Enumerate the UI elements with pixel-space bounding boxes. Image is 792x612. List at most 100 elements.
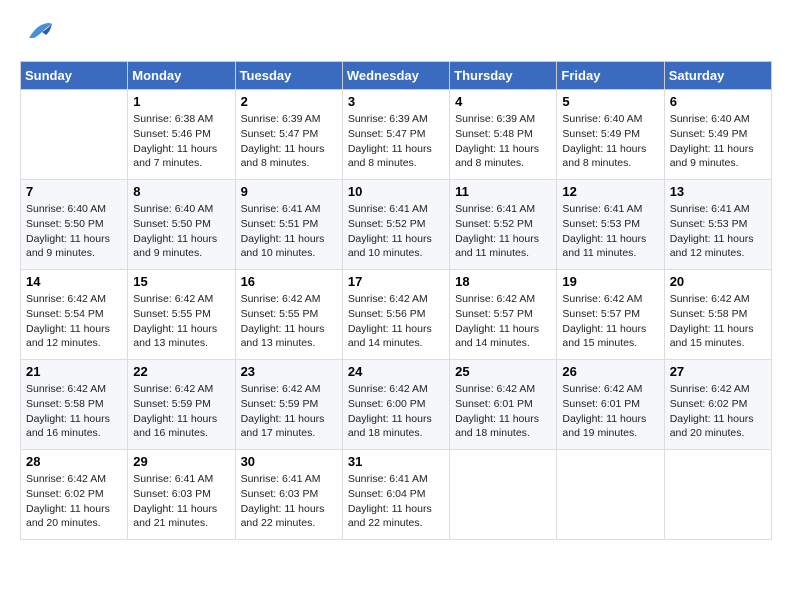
day-content: Sunrise: 6:42 AM Sunset: 5:57 PM Dayligh… bbox=[455, 292, 551, 351]
day-content: Sunrise: 6:39 AM Sunset: 5:47 PM Dayligh… bbox=[241, 112, 337, 171]
day-number: 4 bbox=[455, 94, 551, 109]
calendar-header-row: SundayMondayTuesdayWednesdayThursdayFrid… bbox=[21, 62, 772, 90]
day-number: 7 bbox=[26, 184, 122, 199]
calendar-cell: 8Sunrise: 6:40 AM Sunset: 5:50 PM Daylig… bbox=[128, 180, 235, 270]
calendar-cell: 18 Sunrise: 6:42 AM Sunset: 5:57 PM Dayli… bbox=[450, 270, 557, 360]
calendar-cell: 19 Sunrise: 6:42 AM Sunset: 5:57 PM Dayli… bbox=[557, 270, 664, 360]
calendar-cell: 5 Sunrise: 6:40 AM Sunset: 5:49 PM Daylig… bbox=[557, 90, 664, 180]
calendar-week-row: 7 Sunrise: 6:40 AM Sunset: 5:50 PM Daylig… bbox=[21, 180, 772, 270]
day-number: 13 bbox=[670, 184, 766, 199]
calendar-cell: 30Sunrise: 6:41 AM Sunset: 6:03 PM Dayli… bbox=[235, 450, 342, 540]
day-content: Sunrise: 6:42 AM Sunset: 5:58 PM Dayligh… bbox=[26, 382, 122, 441]
calendar-cell: 3 Sunrise: 6:39 AM Sunset: 5:47 PM Daylig… bbox=[342, 90, 449, 180]
day-number: 25 bbox=[455, 364, 551, 379]
day-number: 8 bbox=[133, 184, 229, 199]
day-content: Sunrise: 6:42 AM Sunset: 6:00 PM Dayligh… bbox=[348, 382, 444, 441]
calendar-header-saturday: Saturday bbox=[664, 62, 771, 90]
day-number: 12 bbox=[562, 184, 658, 199]
day-content: Sunrise: 6:42 AM Sunset: 5:54 PM Dayligh… bbox=[26, 292, 122, 351]
calendar-table: SundayMondayTuesdayWednesdayThursdayFrid… bbox=[20, 61, 772, 540]
day-number: 23 bbox=[241, 364, 337, 379]
day-content: Sunrise: 6:39 AM Sunset: 5:47 PM Dayligh… bbox=[348, 112, 444, 171]
day-number: 6 bbox=[670, 94, 766, 109]
calendar-cell: 27 Sunrise: 6:42 AM Sunset: 6:02 PM Dayli… bbox=[664, 360, 771, 450]
calendar-cell: 13 Sunrise: 6:41 AM Sunset: 5:53 PM Dayli… bbox=[664, 180, 771, 270]
day-content: Sunrise: 6:40 AM Sunset: 5:50 PM Dayligh… bbox=[26, 202, 122, 261]
calendar-week-row: 1Sunrise: 6:38 AM Sunset: 5:46 PM Daylig… bbox=[21, 90, 772, 180]
day-number: 3 bbox=[348, 94, 444, 109]
day-number: 15 bbox=[133, 274, 229, 289]
day-content: Sunrise: 6:41 AM Sunset: 5:53 PM Dayligh… bbox=[670, 202, 766, 261]
day-content: Sunrise: 6:42 AM Sunset: 5:59 PM Dayligh… bbox=[133, 382, 229, 441]
calendar-header-thursday: Thursday bbox=[450, 62, 557, 90]
day-content: Sunrise: 6:41 AM Sunset: 5:52 PM Dayligh… bbox=[348, 202, 444, 261]
day-number: 1 bbox=[133, 94, 229, 109]
calendar-cell: 4 Sunrise: 6:39 AM Sunset: 5:48 PM Daylig… bbox=[450, 90, 557, 180]
calendar-week-row: 21Sunrise: 6:42 AM Sunset: 5:58 PM Dayli… bbox=[21, 360, 772, 450]
calendar-cell: 23 Sunrise: 6:42 AM Sunset: 5:59 PM Dayli… bbox=[235, 360, 342, 450]
day-content: Sunrise: 6:41 AM Sunset: 5:51 PM Dayligh… bbox=[241, 202, 337, 261]
calendar-cell: 29 Sunrise: 6:41 AM Sunset: 6:03 PM Dayli… bbox=[128, 450, 235, 540]
day-content: Sunrise: 6:42 AM Sunset: 6:01 PM Dayligh… bbox=[455, 382, 551, 441]
calendar-cell: 7 Sunrise: 6:40 AM Sunset: 5:50 PM Daylig… bbox=[21, 180, 128, 270]
calendar-cell: 16Sunrise: 6:42 AM Sunset: 5:55 PM Dayli… bbox=[235, 270, 342, 360]
day-number: 27 bbox=[670, 364, 766, 379]
calendar-cell: 9Sunrise: 6:41 AM Sunset: 5:51 PM Daylig… bbox=[235, 180, 342, 270]
day-number: 22 bbox=[133, 364, 229, 379]
calendar-week-row: 28 Sunrise: 6:42 AM Sunset: 6:02 PM Dayli… bbox=[21, 450, 772, 540]
day-number: 5 bbox=[562, 94, 658, 109]
day-content: Sunrise: 6:42 AM Sunset: 6:02 PM Dayligh… bbox=[670, 382, 766, 441]
day-content: Sunrise: 6:41 AM Sunset: 6:04 PM Dayligh… bbox=[348, 472, 444, 531]
calendar-cell: 21Sunrise: 6:42 AM Sunset: 5:58 PM Dayli… bbox=[21, 360, 128, 450]
calendar-cell: 17 Sunrise: 6:42 AM Sunset: 5:56 PM Dayli… bbox=[342, 270, 449, 360]
day-content: Sunrise: 6:40 AM Sunset: 5:49 PM Dayligh… bbox=[562, 112, 658, 171]
calendar-week-row: 14 Sunrise: 6:42 AM Sunset: 5:54 PM Dayli… bbox=[21, 270, 772, 360]
day-content: Sunrise: 6:42 AM Sunset: 5:59 PM Dayligh… bbox=[241, 382, 337, 441]
calendar-cell: 24 Sunrise: 6:42 AM Sunset: 6:00 PM Dayli… bbox=[342, 360, 449, 450]
day-content: Sunrise: 6:42 AM Sunset: 6:01 PM Dayligh… bbox=[562, 382, 658, 441]
calendar-cell: 2Sunrise: 6:39 AM Sunset: 5:47 PM Daylig… bbox=[235, 90, 342, 180]
day-number: 29 bbox=[133, 454, 229, 469]
calendar-cell: 25 Sunrise: 6:42 AM Sunset: 6:01 PM Dayli… bbox=[450, 360, 557, 450]
calendar-cell: 22 Sunrise: 6:42 AM Sunset: 5:59 PM Dayli… bbox=[128, 360, 235, 450]
day-content: Sunrise: 6:42 AM Sunset: 5:58 PM Dayligh… bbox=[670, 292, 766, 351]
calendar-header-monday: Monday bbox=[128, 62, 235, 90]
calendar-cell: 14 Sunrise: 6:42 AM Sunset: 5:54 PM Dayli… bbox=[21, 270, 128, 360]
calendar-cell bbox=[21, 90, 128, 180]
day-content: Sunrise: 6:41 AM Sunset: 5:53 PM Dayligh… bbox=[562, 202, 658, 261]
day-number: 19 bbox=[562, 274, 658, 289]
calendar-header-tuesday: Tuesday bbox=[235, 62, 342, 90]
day-number: 24 bbox=[348, 364, 444, 379]
day-number: 28 bbox=[26, 454, 122, 469]
day-number: 18 bbox=[455, 274, 551, 289]
calendar-cell: 20 Sunrise: 6:42 AM Sunset: 5:58 PM Dayli… bbox=[664, 270, 771, 360]
calendar-cell: 15 Sunrise: 6:42 AM Sunset: 5:55 PM Dayli… bbox=[128, 270, 235, 360]
calendar-cell: 12 Sunrise: 6:41 AM Sunset: 5:53 PM Dayli… bbox=[557, 180, 664, 270]
day-content: Sunrise: 6:42 AM Sunset: 5:56 PM Dayligh… bbox=[348, 292, 444, 351]
calendar-header-sunday: Sunday bbox=[21, 62, 128, 90]
calendar-cell bbox=[557, 450, 664, 540]
day-content: Sunrise: 6:41 AM Sunset: 6:03 PM Dayligh… bbox=[133, 472, 229, 531]
day-content: Sunrise: 6:39 AM Sunset: 5:48 PM Dayligh… bbox=[455, 112, 551, 171]
calendar-cell: 6 Sunrise: 6:40 AM Sunset: 5:49 PM Daylig… bbox=[664, 90, 771, 180]
day-content: Sunrise: 6:41 AM Sunset: 6:03 PM Dayligh… bbox=[241, 472, 337, 531]
day-number: 10 bbox=[348, 184, 444, 199]
calendar-cell: 31 Sunrise: 6:41 AM Sunset: 6:04 PM Dayli… bbox=[342, 450, 449, 540]
calendar-cell: 10 Sunrise: 6:41 AM Sunset: 5:52 PM Dayli… bbox=[342, 180, 449, 270]
day-content: Sunrise: 6:42 AM Sunset: 5:55 PM Dayligh… bbox=[133, 292, 229, 351]
day-content: Sunrise: 6:42 AM Sunset: 6:02 PM Dayligh… bbox=[26, 472, 122, 531]
day-number: 26 bbox=[562, 364, 658, 379]
day-number: 17 bbox=[348, 274, 444, 289]
day-content: Sunrise: 6:42 AM Sunset: 5:57 PM Dayligh… bbox=[562, 292, 658, 351]
calendar-cell: 28 Sunrise: 6:42 AM Sunset: 6:02 PM Dayli… bbox=[21, 450, 128, 540]
logo-bird-icon bbox=[24, 16, 54, 46]
day-content: Sunrise: 6:40 AM Sunset: 5:49 PM Dayligh… bbox=[670, 112, 766, 171]
calendar-header-wednesday: Wednesday bbox=[342, 62, 449, 90]
day-number: 31 bbox=[348, 454, 444, 469]
calendar-cell: 11Sunrise: 6:41 AM Sunset: 5:52 PM Dayli… bbox=[450, 180, 557, 270]
calendar-cell: 26 Sunrise: 6:42 AM Sunset: 6:01 PM Dayli… bbox=[557, 360, 664, 450]
day-number: 20 bbox=[670, 274, 766, 289]
logo bbox=[20, 20, 54, 51]
day-number: 14 bbox=[26, 274, 122, 289]
calendar-cell: 1Sunrise: 6:38 AM Sunset: 5:46 PM Daylig… bbox=[128, 90, 235, 180]
